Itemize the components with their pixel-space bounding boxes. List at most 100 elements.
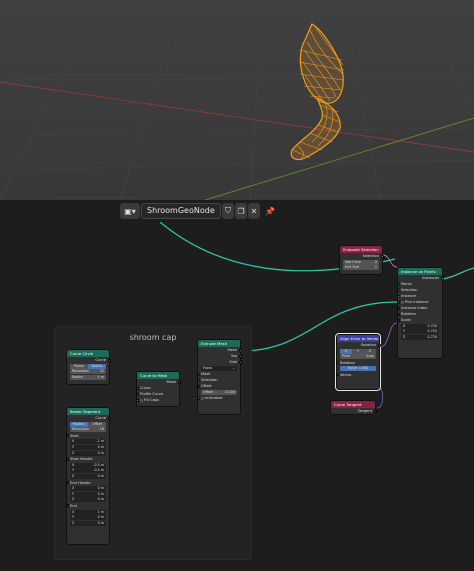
input-label: Rotation <box>401 312 417 316</box>
socket-icon[interactable] <box>65 504 69 508</box>
socket-icon[interactable] <box>396 312 400 316</box>
mode-dropdown[interactable]: Faces ⌄ <box>201 365 237 371</box>
end-x-field[interactable]: X 1 m <box>70 509 106 515</box>
close-icon[interactable]: ✕ <box>248 203 260 219</box>
mode-radius-option[interactable]: Radius <box>88 363 106 369</box>
node-tree-name-field[interactable]: ShroomGeoNode <box>141 203 221 219</box>
node-bezier-segment[interactable]: Bezier Segment Curve Position Offset Reso… <box>65 407 111 545</box>
node-curve-to-mesh[interactable]: Curve to Mesh Mesh Curve Profile Curve F… <box>135 371 181 407</box>
start-z-field[interactable]: Z 0 m <box>70 450 106 456</box>
end-y-field[interactable]: Y 0 m <box>70 515 106 521</box>
socket-icon[interactable] <box>238 360 242 364</box>
socket-icon[interactable] <box>335 373 339 377</box>
axis-z-option[interactable]: Z <box>364 348 376 354</box>
socket-icon[interactable] <box>135 386 139 390</box>
link-instances-output <box>442 267 474 280</box>
socket-icon[interactable] <box>65 434 69 438</box>
input-label: Selection <box>401 288 418 292</box>
socket-icon[interactable] <box>65 481 69 485</box>
individual-checkbox[interactable]: Individual <box>196 395 240 401</box>
mode-selector[interactable]: Position Offset <box>70 421 106 427</box>
output-label: Curve <box>95 358 106 362</box>
socket-icon[interactable] <box>238 348 242 352</box>
output-label: Curve <box>95 416 106 420</box>
axis-selector[interactable]: XYZ <box>340 348 376 354</box>
socket-icon[interactable] <box>396 294 400 298</box>
socket-icon[interactable] <box>396 318 400 322</box>
scale-y-field[interactable]: Y 0.720 <box>401 329 439 335</box>
mode-position-option[interactable]: Position <box>70 421 88 427</box>
mode-offset-option[interactable]: Offset <box>88 421 106 427</box>
node-title: Align Euler to Vector <box>337 335 379 342</box>
field-value: Auto <box>366 354 374 359</box>
radius-field[interactable]: Radius 1 m <box>70 374 106 380</box>
start-y-field[interactable]: Y 0 m <box>70 444 106 450</box>
socket-icon[interactable] <box>196 372 200 376</box>
end-z-field[interactable]: Z 0 m <box>70 520 106 526</box>
input-label: Start Handle <box>70 457 93 462</box>
start-x-field[interactable]: X -1 m <box>70 439 106 445</box>
scale-z-field[interactable]: Z 0.720 <box>401 334 439 340</box>
resolution-field[interactable]: Resolution 16 <box>70 427 106 433</box>
resolution-field[interactable]: Resolution 32 <box>70 369 106 375</box>
field-value: 0 m <box>97 473 104 478</box>
socket-icon[interactable] <box>107 416 111 420</box>
socket-icon[interactable] <box>396 282 400 286</box>
socket-icon[interactable] <box>107 358 111 362</box>
offset-scale-field[interactable]: Offset -0.100 <box>201 389 237 395</box>
node-instance-on-points[interactable]: Instance on Points Instances Points Sele… <box>396 267 444 359</box>
socket-icon[interactable] <box>135 398 139 402</box>
socket-icon[interactable] <box>196 378 200 382</box>
field-label: X <box>72 509 75 514</box>
scale-x-field[interactable]: X 0.720 <box>401 323 439 329</box>
field-value: 1.000 <box>358 366 369 371</box>
axis-y-option[interactable]: Y <box>352 348 364 354</box>
socket-icon[interactable] <box>135 392 139 396</box>
end-handle-y-field[interactable]: Y 0 m <box>70 491 106 497</box>
node-align-euler-to-vector[interactable]: Align Euler to Vector Rotation XYZ Pivot… <box>335 333 381 391</box>
node-curve-circle[interactable]: Curve Circle Curve Points Radius Resoluti… <box>66 349 111 385</box>
input-label: Fill Caps <box>144 398 159 402</box>
pin-icon[interactable]: 📌 <box>264 203 276 219</box>
pivot-dropdown[interactable]: Pivot Auto <box>340 354 376 360</box>
end-handle-z-field[interactable]: Z 0 m <box>70 497 106 503</box>
socket-icon[interactable] <box>196 384 200 388</box>
start-size-field[interactable]: Start Size 0 <box>343 259 379 265</box>
node-endpoint-selection[interactable]: Endpoint Selection Selection Start Size 0… <box>339 245 384 275</box>
start-handle-y-field[interactable]: Y 0.5 m <box>70 468 106 474</box>
end-size-field[interactable]: End Size 1 <box>343 265 379 271</box>
output-curve: Curve <box>67 415 111 421</box>
start-handle-x-field[interactable]: X -0.5 m <box>70 462 106 468</box>
socket-icon[interactable] <box>380 254 384 258</box>
input-label: Points <box>401 282 412 286</box>
fill-caps-checkbox[interactable]: Fill Caps <box>135 397 179 403</box>
fake-user-shield-icon[interactable]: ⛉ <box>222 203 234 219</box>
field-value: 0 <box>374 259 377 264</box>
axis-x-option[interactable]: X <box>340 348 352 354</box>
node-editor[interactable]: shroom cap Endpoint Selection Selection … <box>0 222 474 571</box>
socket-icon[interactable] <box>440 276 444 280</box>
socket-icon[interactable] <box>238 354 242 358</box>
socket-icon[interactable] <box>373 409 377 413</box>
start-handle-z-field[interactable]: Z 0 m <box>70 473 106 479</box>
socket-icon[interactable] <box>396 288 400 292</box>
socket-icon[interactable] <box>65 457 69 461</box>
socket-icon[interactable] <box>377 343 381 347</box>
node-tree-type-dropdown[interactable]: ▣▾ <box>120 203 140 219</box>
3d-viewport[interactable] <box>0 0 474 200</box>
factor-field[interactable]: Factor 1.000 <box>340 366 376 372</box>
node-curve-tangent[interactable]: Curve Tangent Tangent <box>330 400 377 415</box>
mode-points-option[interactable]: Points <box>70 363 88 369</box>
input-label: End <box>70 503 77 508</box>
socket-icon[interactable] <box>335 361 339 365</box>
field-value: 1 m <box>97 374 104 379</box>
node-extrude-mesh[interactable]: Extrude Mesh Mesh Top Side Faces ⌄ Mesh S… <box>196 339 242 415</box>
input-end: End <box>65 503 109 509</box>
end-handle-x-field[interactable]: X 0 m <box>70 486 106 492</box>
duplicate-icon[interactable]: ❐ <box>235 203 247 219</box>
mode-selector[interactable]: Points Radius <box>70 363 106 369</box>
socket-icon[interactable] <box>396 306 400 310</box>
socket-icon[interactable] <box>396 300 400 304</box>
socket-icon[interactable] <box>177 380 181 384</box>
socket-icon[interactable] <box>196 396 200 400</box>
